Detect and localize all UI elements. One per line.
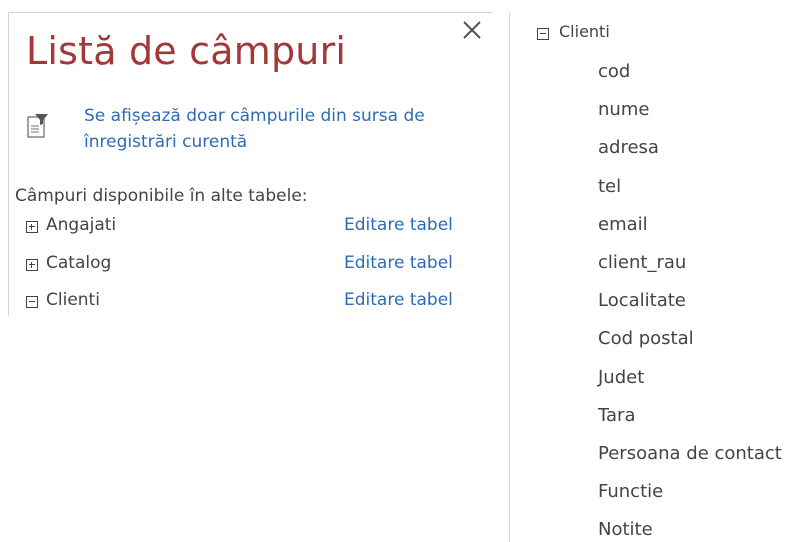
close-icon-glyph <box>463 21 481 39</box>
field-item[interactable]: Localitate <box>598 287 782 325</box>
field-item[interactable]: Judet <box>598 364 782 402</box>
table-name[interactable]: Angajati <box>46 215 116 235</box>
field-item[interactable]: adresa <box>598 134 782 172</box>
field-item[interactable]: tel <box>598 173 782 211</box>
edit-table-link[interactable]: Editare tabel <box>344 290 453 310</box>
table-row-catalog: Catalog Editare tabel <box>26 253 496 279</box>
field-list: cod nume adresa tel email client_rau Loc… <box>598 58 782 542</box>
field-item[interactable]: Tara <box>598 402 782 440</box>
collapse-icon[interactable] <box>537 28 549 40</box>
expanded-table-header: Clienti <box>537 22 797 46</box>
panel-title: Listă de câmpuri <box>26 29 347 73</box>
field-item[interactable]: Functie <box>598 478 782 516</box>
field-item[interactable]: Cod postal <box>598 325 782 363</box>
current-source-only-link[interactable]: Se afișează doar câmpurile din sursa de … <box>84 103 484 155</box>
field-item[interactable]: Persoana de contact <box>598 440 782 478</box>
expand-icon[interactable] <box>26 259 38 271</box>
available-fields-label: Câmpuri disponibile în alte tabele: <box>15 186 308 206</box>
filter-document-icon <box>27 113 49 139</box>
table-name[interactable]: Catalog <box>46 253 111 273</box>
expanded-table-name[interactable]: Clienti <box>559 22 610 41</box>
table-row-angajati: Angajati Editare tabel <box>26 215 496 241</box>
collapse-icon[interactable] <box>26 296 38 308</box>
panel-divider <box>509 12 510 542</box>
table-name[interactable]: Clienti <box>46 290 100 310</box>
field-item[interactable]: cod <box>598 58 782 96</box>
edit-table-link[interactable]: Editare tabel <box>344 253 453 273</box>
panel-left-border <box>8 12 9 316</box>
field-list-window: Listă de câmpuri Se afișează doar câmpur… <box>0 0 810 542</box>
panel-top-border <box>8 12 492 13</box>
field-item[interactable]: nume <box>598 96 782 134</box>
field-list-panel: Listă de câmpuri Se afișează doar câmpur… <box>8 12 492 316</box>
expand-icon[interactable] <box>26 221 38 233</box>
close-icon[interactable] <box>460 18 484 42</box>
field-item[interactable]: client_rau <box>598 249 782 287</box>
table-row-clienti: Clienti Editare tabel <box>26 290 496 316</box>
field-item[interactable]: Notite <box>598 516 782 542</box>
edit-table-link[interactable]: Editare tabel <box>344 215 453 235</box>
field-item[interactable]: email <box>598 211 782 249</box>
